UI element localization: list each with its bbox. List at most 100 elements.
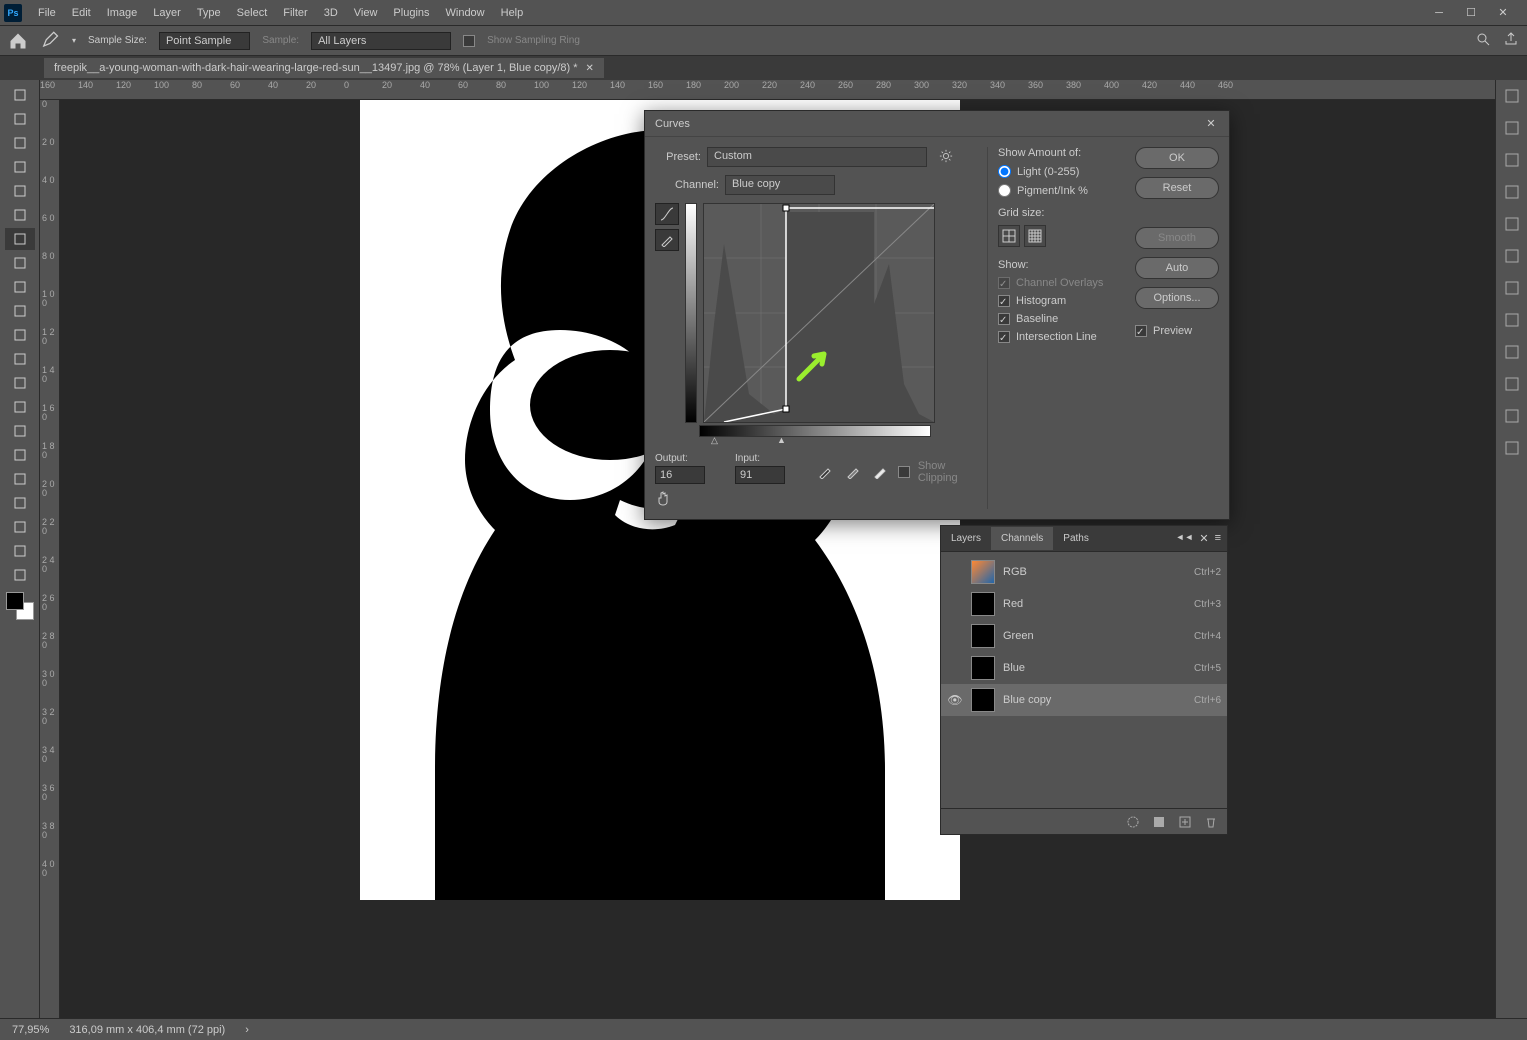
hand-icon[interactable] [655,490,671,509]
panel-icon-8[interactable] [1502,342,1522,362]
menu-layer[interactable]: Layer [145,3,189,23]
histogram-checkbox[interactable] [998,295,1010,307]
channel-row-red[interactable]: RedCtrl+3 [941,588,1227,620]
reset-button[interactable]: Reset [1135,177,1219,199]
highlight-slider-icon[interactable]: ▲ [777,435,786,445]
frame-tool[interactable] [5,204,35,226]
panel-icon-3[interactable] [1502,182,1522,202]
dialog-close-button[interactable]: ✕ [1203,116,1219,132]
history-tool[interactable] [5,324,35,346]
channel-row-blue[interactable]: BlueCtrl+5 [941,652,1227,684]
menu-plugins[interactable]: Plugins [385,3,437,23]
load-selection-icon[interactable] [1125,814,1141,830]
auto-button[interactable]: Auto [1135,257,1219,279]
type-tool[interactable] [5,468,35,490]
new-channel-icon[interactable] [1177,814,1193,830]
brush-tool[interactable] [5,276,35,298]
sample-size-select[interactable]: Point Sample [159,32,250,50]
curve-point-tool[interactable] [655,203,679,225]
menu-view[interactable]: View [346,3,386,23]
black-point-eyedropper-icon[interactable] [815,462,835,482]
gray-point-eyedropper-icon[interactable] [843,462,863,482]
home-icon[interactable] [8,31,28,51]
preset-select[interactable]: Custom [707,147,927,167]
marquee-tool[interactable] [5,108,35,130]
dialog-titlebar[interactable]: Curves ✕ [645,111,1229,137]
channel-row-rgb[interactable]: RGBCtrl+2 [941,556,1227,588]
pigment-radio[interactable] [998,184,1011,197]
panel-icon-1[interactable] [1502,118,1522,138]
show-clipping-checkbox[interactable] [898,466,910,478]
document-tab[interactable]: freepik__a-young-woman-with-dark-hair-we… [44,58,604,78]
panel-icon-7[interactable] [1502,310,1522,330]
show-ring-checkbox[interactable] [463,35,475,47]
path-tool[interactable] [5,492,35,514]
options-button[interactable]: Options... [1135,287,1219,309]
menu-window[interactable]: Window [438,3,493,23]
pen-tool[interactable] [5,444,35,466]
lasso-tool[interactable] [5,132,35,154]
minimize-button[interactable]: ─ [1431,5,1447,21]
visibility-icon[interactable]: 👁 [947,693,963,707]
collapse-panel-icon[interactable]: ◄◄ [1176,532,1194,545]
panel-icon-11[interactable] [1502,438,1522,458]
panel-icon-10[interactable] [1502,406,1522,426]
light-radio[interactable] [998,165,1011,178]
search-icon[interactable] [1475,31,1491,50]
panel-menu-icon[interactable]: ≡ [1215,532,1221,545]
menu-3d[interactable]: 3D [316,3,346,23]
tab-channels[interactable]: Channels [991,527,1053,550]
eyedropper-tool-icon[interactable] [40,31,60,51]
panel-icon-9[interactable] [1502,374,1522,394]
sample-select[interactable]: All Layers [311,32,451,50]
smooth-button[interactable]: Smooth [1135,227,1219,249]
menu-file[interactable]: File [30,3,64,23]
chevron-right-icon[interactable]: › [245,1024,249,1036]
channel-select[interactable]: Blue copy [725,175,835,195]
channel-row-blue-copy[interactable]: 👁Blue copyCtrl+6 [941,684,1227,716]
channel-row-green[interactable]: GreenCtrl+4 [941,620,1227,652]
menu-image[interactable]: Image [99,3,146,23]
patch-tool[interactable] [5,252,35,274]
panel-icon-2[interactable] [1502,150,1522,170]
intersection-checkbox[interactable] [998,331,1010,343]
curve-pencil-tool[interactable] [655,229,679,251]
zoom-value[interactable]: 77,95% [12,1024,49,1036]
gear-icon[interactable] [939,149,953,166]
blur-tool[interactable] [5,396,35,418]
close-tab-icon[interactable]: ✕ [586,63,594,74]
input-input[interactable] [735,466,785,484]
white-point-eyedropper-icon[interactable] [870,462,890,482]
crop-tool[interactable] [5,180,35,202]
menu-help[interactable]: Help [493,3,532,23]
dodge-tool[interactable] [5,420,35,442]
chevron-down-icon[interactable]: ▾ [72,36,76,45]
menu-edit[interactable]: Edit [64,3,99,23]
menu-select[interactable]: Select [229,3,276,23]
eyedropper-tool[interactable] [5,228,35,250]
grid-large-button[interactable] [1024,225,1046,247]
output-input[interactable] [655,466,705,484]
rectangle-tool[interactable] [5,516,35,538]
share-icon[interactable] [1503,31,1519,50]
shadow-slider-icon[interactable]: △ [711,435,718,446]
preview-checkbox[interactable] [1135,325,1147,337]
tab-layers[interactable]: Layers [941,527,991,550]
curves-graph[interactable] [703,203,935,423]
close-button[interactable]: ✕ [1495,5,1511,21]
foreground-background-colors[interactable] [6,592,34,620]
save-selection-icon[interactable] [1151,814,1167,830]
move-tool[interactable] [5,84,35,106]
zoom-tool[interactable] [5,564,35,586]
ok-button[interactable]: OK [1135,147,1219,169]
eraser-tool[interactable] [5,348,35,370]
panel-icon-5[interactable] [1502,246,1522,266]
panel-icon-6[interactable] [1502,278,1522,298]
gradient-tool[interactable] [5,372,35,394]
panel-icon-0[interactable] [1502,86,1522,106]
hand-tool[interactable] [5,540,35,562]
delete-channel-icon[interactable] [1203,814,1219,830]
channel-overlays-checkbox[interactable] [998,277,1010,289]
menu-filter[interactable]: Filter [275,3,315,23]
baseline-checkbox[interactable] [998,313,1010,325]
